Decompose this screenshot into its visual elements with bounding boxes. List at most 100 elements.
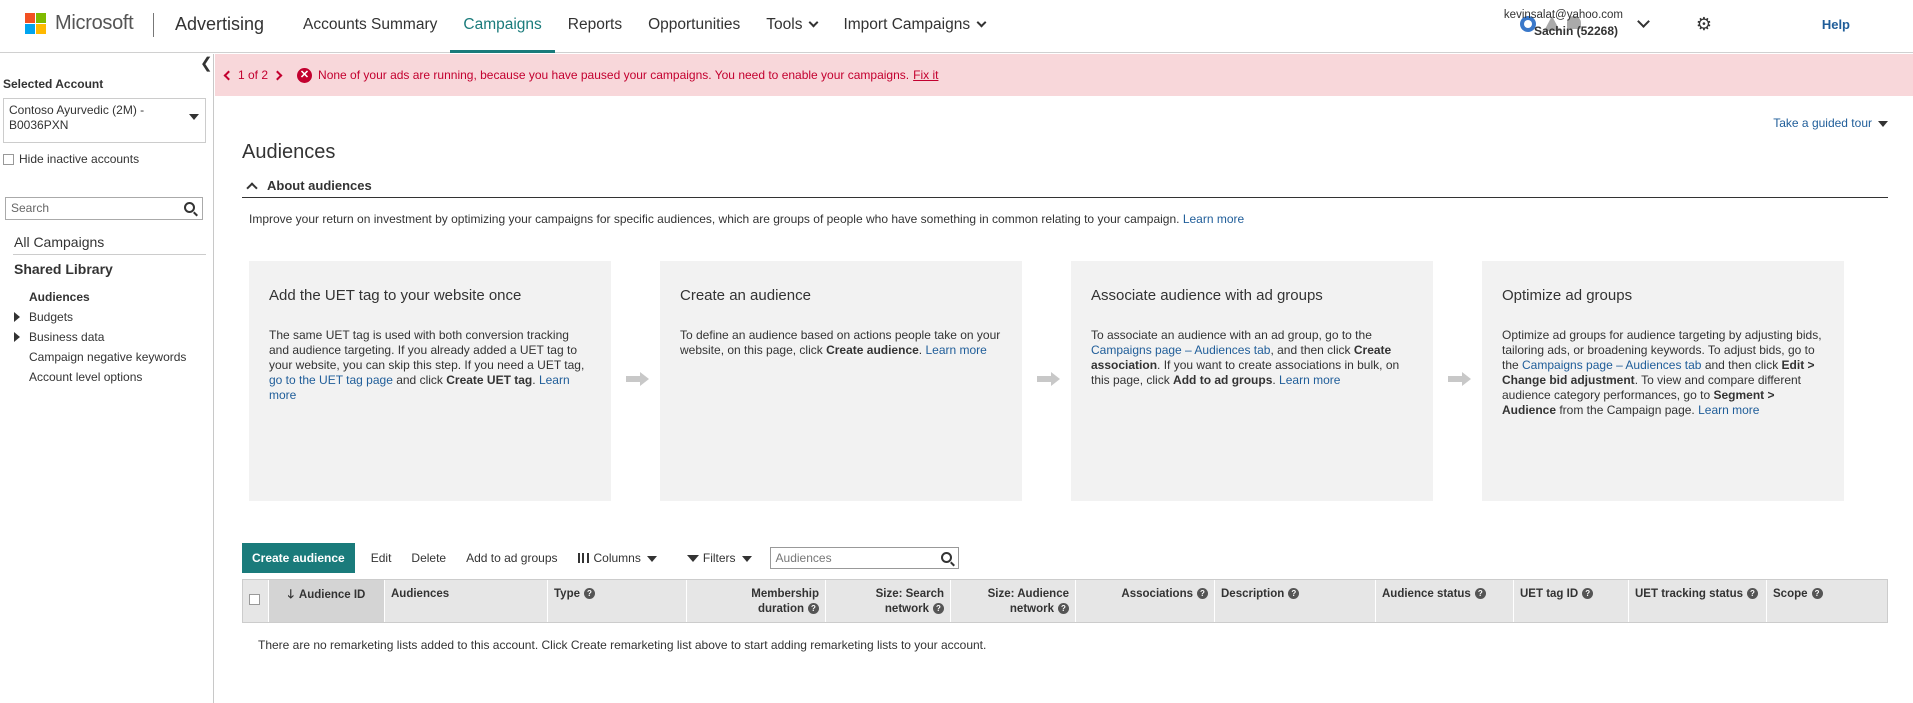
col-description[interactable]: Description? — [1215, 580, 1376, 622]
chevron-up-icon[interactable] — [246, 182, 258, 194]
help-icon[interactable]: ? — [1582, 588, 1594, 599]
help-icon[interactable]: ? — [933, 603, 944, 614]
caret-down-icon — [646, 555, 657, 562]
top-navigation-bar: Microsoft Advertising Accounts Summary C… — [0, 0, 1913, 53]
help-icon[interactable]: ? — [1288, 588, 1300, 599]
col-associations[interactable]: Associations? — [1076, 580, 1215, 622]
about-audiences-header[interactable]: About audiences — [242, 178, 1888, 198]
col-size-audience[interactable]: Size: Audience network? — [951, 580, 1076, 622]
step-card-uet-tag: Add the UET tag to your website once The… — [249, 261, 611, 501]
col-membership-duration[interactable]: Membership duration? — [687, 580, 826, 622]
col-label: Type — [554, 588, 580, 600]
nav-label: Accounts Summary — [303, 16, 438, 33]
sidebar-item-budgets[interactable]: Budgets — [14, 310, 73, 324]
account-selector-value: Contoso Ayurvedic (2M) - B0036PXN — [9, 103, 145, 132]
brand-divider — [153, 13, 154, 37]
help-icon[interactable]: ? — [1058, 603, 1069, 614]
nav-opportunities[interactable]: Opportunities — [635, 0, 753, 53]
settings-gear-icon[interactable]: ⚙ — [1696, 15, 1712, 33]
sidebar-item-business-data[interactable]: Business data — [14, 330, 104, 344]
filters-button[interactable]: Filters — [677, 543, 762, 573]
hide-inactive-checkbox[interactable] — [3, 153, 14, 165]
campaigns-audiences-tab-link[interactable]: Campaigns page – Audiences tab — [1522, 358, 1701, 372]
help-icon[interactable]: ? — [1197, 588, 1208, 599]
card-bold-text: Create UET tag — [446, 373, 533, 387]
chevron-down-icon[interactable] — [1637, 15, 1650, 28]
learn-more-link[interactable]: Learn more — [1698, 403, 1759, 417]
learn-more-link[interactable]: Learn more — [1279, 373, 1340, 387]
card-title: Optimize ad groups — [1502, 287, 1633, 304]
nav-campaigns[interactable]: Campaigns — [450, 0, 555, 53]
nav-reports[interactable]: Reports — [555, 0, 635, 53]
product-name[interactable]: Advertising — [175, 14, 264, 35]
campaigns-audiences-tab-link[interactable]: Campaigns page – Audiences tab — [1091, 343, 1270, 357]
error-icon: ✕ — [297, 67, 313, 83]
learn-more-link[interactable]: Learn more — [925, 343, 986, 357]
hide-inactive-row[interactable]: Hide inactive accounts — [3, 152, 139, 166]
col-audience-status[interactable]: Audience status? — [1376, 580, 1514, 622]
user-name[interactable]: Sachin (52268) — [1534, 24, 1618, 38]
help-icon[interactable]: ? — [584, 588, 595, 599]
create-audience-button[interactable]: Create audience — [242, 543, 355, 573]
user-email[interactable]: kevinsalat@yahoo.com — [1504, 9, 1623, 21]
card-text-part: . — [532, 373, 539, 387]
col-audiences[interactable]: Audiences — [385, 580, 548, 622]
help-link[interactable]: Help — [1822, 17, 1850, 32]
add-to-ad-groups-button[interactable]: Add to ad groups — [456, 543, 567, 573]
col-audience-id[interactable]: 🡓 Audience ID — [269, 580, 385, 622]
sidebar-item-campaign-negative-keywords[interactable]: Campaign negative keywords — [29, 350, 186, 364]
collapse-sidebar-icon[interactable]: ❮ — [200, 56, 213, 71]
col-uet-tag-id[interactable]: UET tag ID? — [1514, 580, 1629, 622]
col-size-search[interactable]: Size: Search network? — [826, 580, 951, 622]
sort-down-icon: 🡓 — [287, 587, 294, 601]
search-icon[interactable] — [184, 202, 195, 213]
uet-tag-page-link[interactable]: go to the UET tag page — [269, 373, 393, 387]
learn-more-link[interactable]: Learn more — [1183, 212, 1244, 226]
delete-button[interactable]: Delete — [401, 543, 456, 573]
columns-label: Columns — [593, 551, 641, 565]
col-scope[interactable]: Scope? — [1767, 580, 1887, 622]
edit-button[interactable]: Edit — [361, 543, 402, 573]
sidebar-item-audiences[interactable]: Audiences — [29, 290, 90, 304]
card-text-part: and then click — [1701, 358, 1782, 372]
fix-it-link[interactable]: Fix it — [913, 68, 938, 82]
previous-alert-icon[interactable] — [223, 70, 234, 80]
col-uet-tracking-status[interactable]: UET tracking status? — [1629, 580, 1767, 622]
account-selector[interactable]: Contoso Ayurvedic (2M) - B0036PXN — [3, 98, 206, 143]
select-all-checkbox[interactable] — [249, 594, 260, 605]
sidebar-item-account-level-options[interactable]: Account level options — [29, 370, 142, 384]
sidebar-search-input[interactable]: Search — [5, 197, 203, 220]
brand-name[interactable]: Microsoft — [55, 12, 134, 35]
card-title: Create an audience — [680, 287, 811, 304]
help-icon[interactable]: ? — [808, 603, 819, 614]
sidebar-item-label: Audiences — [29, 290, 90, 304]
nav-import-campaigns[interactable]: Import Campaigns — [830, 0, 998, 53]
col-label: Scope — [1773, 588, 1808, 600]
filters-label: Filters — [702, 551, 736, 565]
help-icon[interactable]: ? — [1747, 588, 1758, 599]
col-type[interactable]: Type? — [548, 580, 687, 622]
sidebar-search-placeholder: Search — [11, 201, 50, 215]
card-text-part: and click — [392, 373, 447, 387]
audiences-search-input[interactable]: Audiences — [769, 547, 959, 569]
guided-tour-link[interactable]: Take a guided tour — [1773, 116, 1888, 130]
nav-tools[interactable]: Tools — [753, 0, 830, 53]
main-nav: Accounts Summary Campaigns Reports Oppor… — [290, 0, 998, 53]
expand-triangle-icon[interactable] — [14, 312, 20, 322]
microsoft-logo-icon[interactable] — [25, 13, 47, 35]
next-alert-icon[interactable] — [272, 70, 283, 80]
columns-button[interactable]: Columns — [568, 543, 667, 573]
help-icon[interactable]: ? — [1474, 588, 1486, 599]
help-icon[interactable]: ? — [1811, 588, 1823, 599]
all-campaigns-link[interactable]: All Campaigns — [14, 234, 104, 250]
audiences-toolbar: Create audience Edit Delete Add to ad gr… — [242, 543, 959, 573]
sidebar-divider — [13, 254, 206, 255]
shared-library-heading[interactable]: Shared Library — [14, 261, 113, 277]
search-icon[interactable] — [940, 552, 952, 563]
expand-triangle-icon[interactable] — [14, 332, 20, 342]
card-text: Optimize ad groups for audience targetin… — [1502, 328, 1824, 418]
card-bold-text: Add to ad groups — [1173, 373, 1273, 387]
chevron-down-icon — [809, 17, 819, 28]
nav-accounts-summary[interactable]: Accounts Summary — [290, 0, 450, 53]
about-description-text: Improve your return on investment by opt… — [249, 212, 1180, 226]
